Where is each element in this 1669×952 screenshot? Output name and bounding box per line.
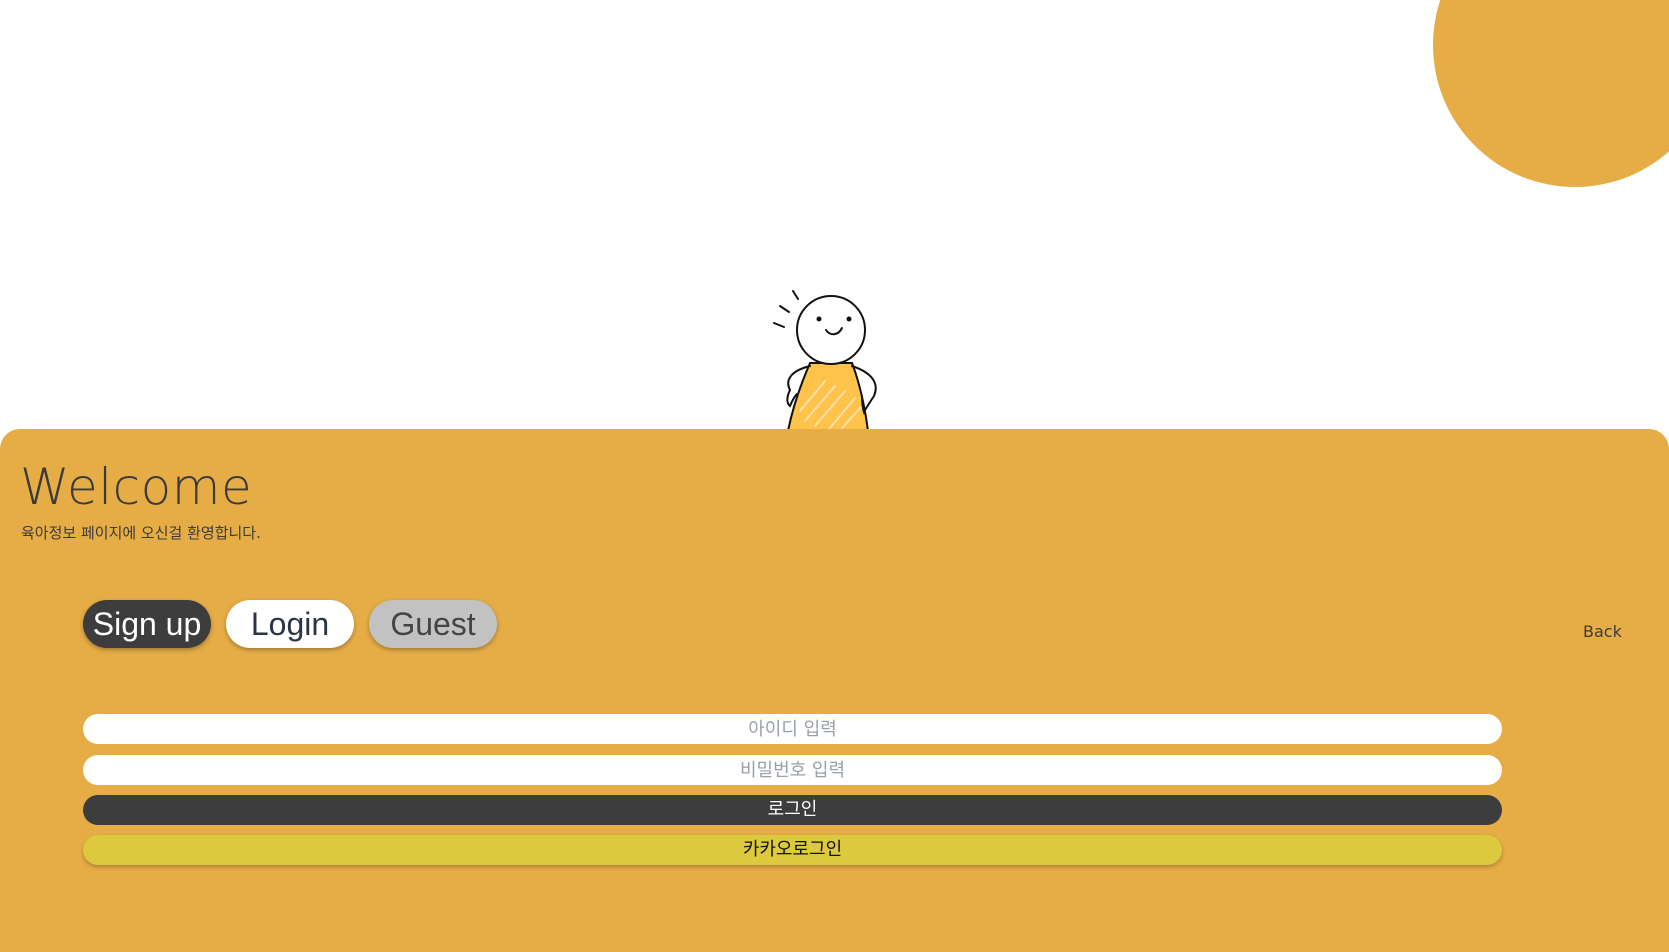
tab-guest[interactable]: Guest: [369, 600, 497, 648]
id-input[interactable]: [83, 714, 1502, 744]
back-link[interactable]: Back: [1583, 622, 1622, 641]
tab-signup[interactable]: Sign up: [83, 600, 211, 648]
welcome-title: Welcome: [20, 458, 253, 516]
welcome-subtitle: 육아정보 페이지에 오신걸 환영합니다.: [21, 524, 261, 542]
login-button[interactable]: 로그인: [83, 795, 1502, 825]
kakao-login-button[interactable]: 카카오로그인: [83, 835, 1502, 865]
decorative-circle: [1433, 0, 1669, 187]
password-input[interactable]: [83, 755, 1502, 785]
tab-login[interactable]: Login: [226, 600, 354, 648]
login-page: Welcome 육아정보 페이지에 오신걸 환영합니다. Sign up Log…: [0, 0, 1669, 952]
mascot-figure: [773, 290, 877, 431]
